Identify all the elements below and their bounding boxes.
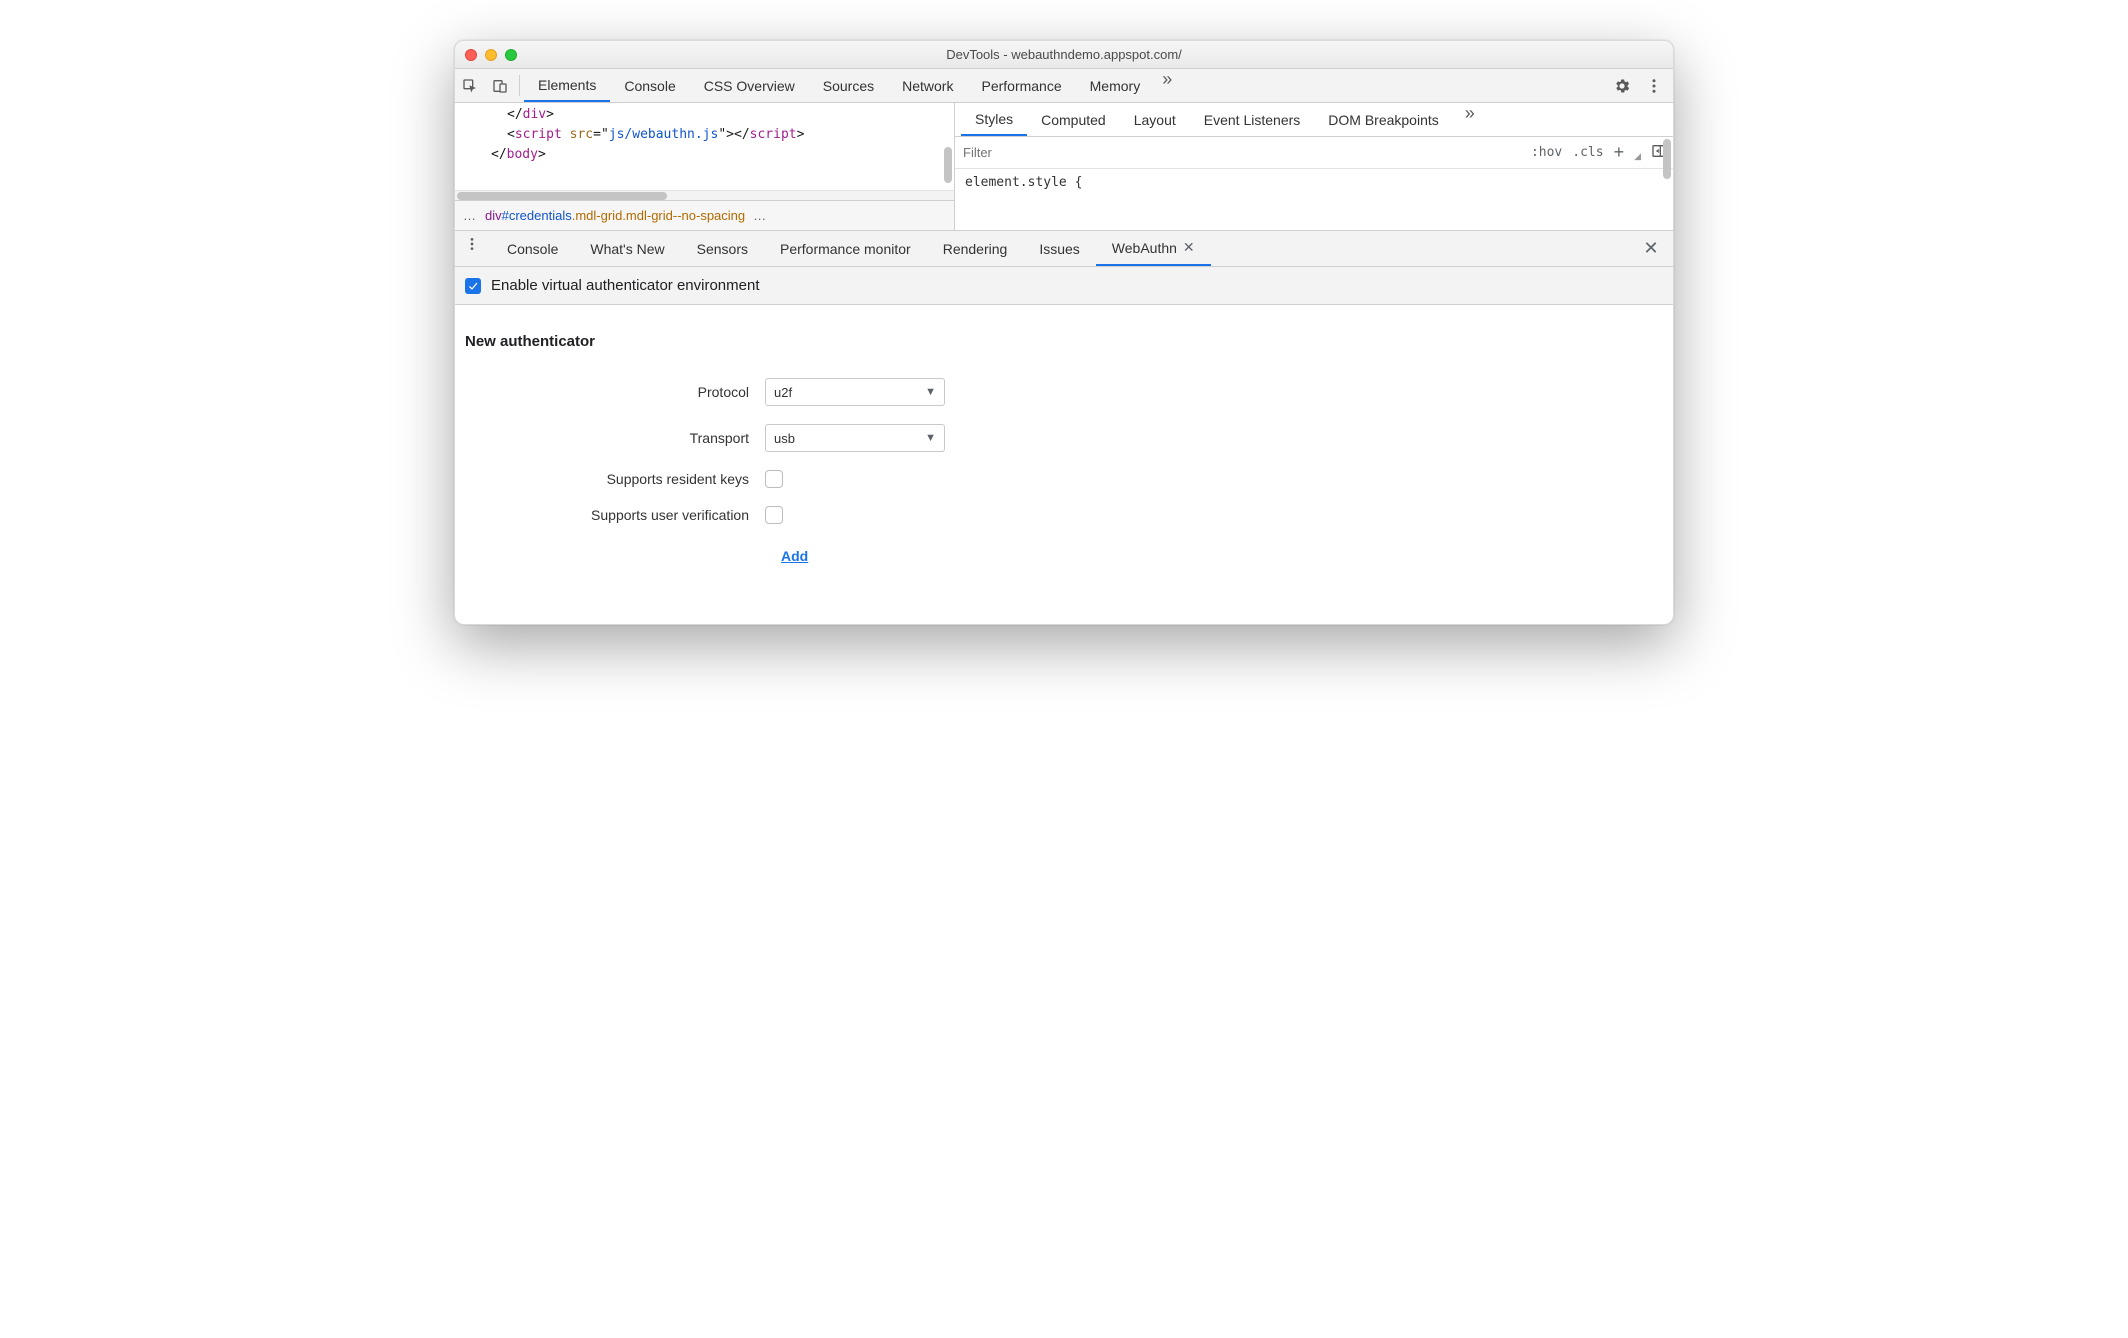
device-toolbar-icon[interactable] [485, 69, 515, 102]
close-tab-icon[interactable]: ✕ [1183, 239, 1195, 256]
cls-toggle[interactable]: .cls [1572, 145, 1603, 160]
user-verification-row: Supports user verification [465, 506, 1663, 524]
titlebar: DevTools - webauthndemo.appspot.com/ [455, 41, 1673, 69]
drawer-tab-performance-monitor[interactable]: Performance monitor [764, 231, 927, 266]
new-authenticator-heading: New authenticator [465, 333, 1663, 350]
protocol-select-value: u2f [774, 385, 792, 400]
main-tab-console[interactable]: Console [610, 69, 689, 102]
close-drawer-icon[interactable]: ✕ [1633, 231, 1669, 266]
hov-toggle[interactable]: :hov [1531, 145, 1562, 160]
resident-keys-checkbox[interactable] [765, 470, 783, 488]
inspect-element-icon[interactable] [455, 69, 485, 102]
minimize-window-button[interactable] [485, 49, 497, 61]
chevron-down-icon: ▼ [925, 432, 936, 444]
webauthn-toolbar: Enable virtual authenticator environment [455, 267, 1673, 305]
styles-tabstrip: StylesComputedLayoutEvent ListenersDOM B… [955, 103, 1673, 137]
transport-row: Transport usb ▼ [465, 424, 1663, 452]
main-tab-css-overview[interactable]: CSS Overview [690, 69, 809, 102]
styles-sidebar: StylesComputedLayoutEvent ListenersDOM B… [955, 103, 1673, 230]
settings-gear-icon[interactable] [1609, 73, 1635, 99]
main-tab-memory[interactable]: Memory [1076, 69, 1155, 102]
breadcrumb[interactable]: … div#credentials.mdl-grid.mdl-grid--no-… [455, 200, 954, 230]
styles-tab-styles[interactable]: Styles [961, 103, 1027, 136]
styles-tab-event-listeners[interactable]: Event Listeners [1190, 103, 1315, 136]
enable-virtual-auth-checkbox[interactable] [465, 278, 481, 294]
add-authenticator-button[interactable]: Add [781, 542, 808, 564]
protocol-label: Protocol [465, 384, 765, 400]
styles-vertical-scrollbar[interactable] [1663, 139, 1671, 179]
transport-select-value: usb [774, 431, 795, 446]
more-tabs-icon[interactable]: » [1154, 69, 1180, 102]
drawer-tab-issues[interactable]: Issues [1023, 231, 1095, 266]
protocol-row: Protocol u2f ▼ [465, 378, 1663, 406]
drawer-tab-what-s-new[interactable]: What's New [574, 231, 680, 266]
horizontal-scrollbar[interactable] [455, 190, 954, 200]
breadcrumb-trailing-ellipsis[interactable]: … [753, 208, 767, 223]
protocol-select[interactable]: u2f ▼ [765, 378, 945, 406]
resize-corner-icon[interactable]: ◢ [1634, 151, 1641, 162]
drawer-tab-rendering[interactable]: Rendering [927, 231, 1024, 266]
horizontal-scrollbar-thumb[interactable] [457, 192, 667, 200]
drawer-tab-webauthn[interactable]: WebAuthn✕ [1096, 231, 1211, 266]
drawer-tab-console[interactable]: Console [491, 231, 574, 266]
source-line[interactable]: <script src="js/webauthn.js"></script> [475, 125, 954, 145]
maximize-window-button[interactable] [505, 49, 517, 61]
resident-keys-row: Supports resident keys [465, 470, 1663, 488]
elements-tree-pane: </div><script src="js/webauthn.js"></scr… [455, 103, 955, 230]
user-verification-label: Supports user verification [465, 507, 765, 523]
main-tab-elements[interactable]: Elements [524, 69, 610, 102]
styles-rule-area[interactable]: element.style { [955, 169, 1673, 230]
devtools-window: DevTools - webauthndemo.appspot.com/ Ele… [454, 40, 1674, 625]
window-title: DevTools - webauthndemo.appspot.com/ [455, 47, 1673, 62]
vertical-scrollbar-thumb[interactable] [944, 147, 952, 183]
source-line[interactable]: </div> [475, 105, 954, 125]
breadcrumb-leading-ellipsis[interactable]: … [463, 208, 477, 223]
source-line[interactable]: </body> [475, 145, 954, 165]
drawer-menu-kebab-icon[interactable] [459, 231, 485, 257]
drawer-tabstrip: ConsoleWhat's NewSensorsPerformance moni… [455, 231, 1673, 267]
styles-more-tabs-icon[interactable]: » [1457, 103, 1483, 136]
separator [519, 75, 520, 96]
webauthn-panel: New authenticator Protocol u2f ▼ Transpo… [455, 305, 1673, 624]
user-verification-checkbox[interactable] [765, 506, 783, 524]
element-style-rule: element.style { [965, 175, 1082, 190]
main-menu-kebab-icon[interactable] [1641, 73, 1667, 99]
elements-split: </div><script src="js/webauthn.js"></scr… [455, 103, 1673, 231]
main-tab-performance[interactable]: Performance [967, 69, 1075, 102]
dom-source-view[interactable]: </div><script src="js/webauthn.js"></scr… [455, 103, 954, 190]
close-window-button[interactable] [465, 49, 477, 61]
transport-label: Transport [465, 430, 765, 446]
window-controls [465, 49, 517, 61]
styles-filter-input[interactable] [963, 141, 1521, 164]
transport-select[interactable]: usb ▼ [765, 424, 945, 452]
breadcrumb-selected[interactable]: div#credentials.mdl-grid.mdl-grid--no-sp… [485, 208, 745, 223]
resident-keys-label: Supports resident keys [465, 471, 765, 487]
main-tab-sources[interactable]: Sources [809, 69, 888, 102]
enable-virtual-auth-label: Enable virtual authenticator environment [491, 277, 760, 294]
new-style-rule-icon[interactable]: + [1614, 142, 1625, 163]
main-tab-network[interactable]: Network [888, 69, 967, 102]
styles-tab-dom-breakpoints[interactable]: DOM Breakpoints [1314, 103, 1452, 136]
drawer-tab-sensors[interactable]: Sensors [681, 231, 764, 266]
styles-tab-computed[interactable]: Computed [1027, 103, 1120, 136]
main-tabstrip: ElementsConsoleCSS OverviewSourcesNetwor… [455, 69, 1673, 103]
chevron-down-icon: ▼ [925, 386, 936, 398]
styles-filter-row: :hov .cls + ◢ [955, 137, 1673, 169]
styles-tab-layout[interactable]: Layout [1120, 103, 1190, 136]
